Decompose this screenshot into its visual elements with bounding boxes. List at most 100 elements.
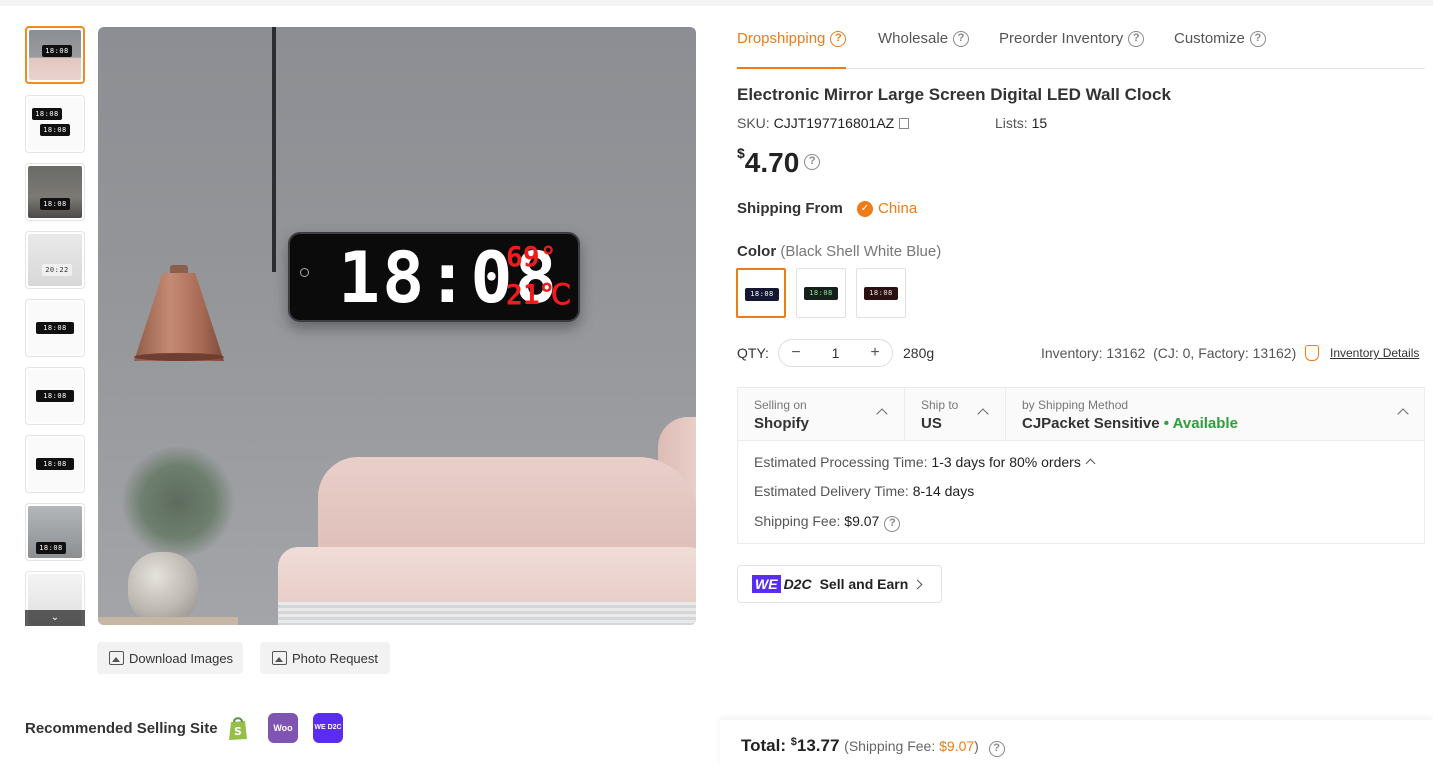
swatch-clock: 18:08 [745, 288, 779, 301]
wall-clock: 18:08 69° 21℃ [288, 232, 580, 322]
swatch-clock: 18:08 [864, 287, 898, 300]
tab-preorder-inventory[interactable]: Preorder Inventory? [999, 30, 1145, 68]
color-swatch-green[interactable]: 18:08 [796, 268, 846, 318]
shipping-fee-value: $9.07 [844, 513, 880, 529]
thumbnail-3[interactable]: 18:08 [25, 163, 85, 221]
decrease-button[interactable]: − [789, 344, 803, 362]
fee-close: ) [974, 738, 979, 754]
increase-button[interactable]: + [868, 344, 882, 362]
availability-status: • Available [1163, 415, 1238, 432]
thumbnail-8[interactable]: 18:08 [25, 503, 85, 561]
recommended-selling-site-label: Recommended Selling Site [25, 720, 218, 737]
inventory-summary: Inventory: 13162 (CJ: 0, Factory: 13162) [1041, 345, 1296, 361]
delivery-label: Estimated Delivery Time: [754, 483, 909, 499]
thumbnail-clock: 18:08 [36, 542, 66, 554]
qty-label: QTY: [737, 345, 769, 361]
sku: SKU: CJJT197716801AZ [737, 115, 910, 131]
check-icon: ✓ [857, 200, 873, 217]
help-icon[interactable]: ? [1128, 31, 1145, 47]
svg-text:S: S [234, 725, 242, 738]
processing-time: Estimated Processing Time: 1-3 days for … [754, 454, 1096, 470]
ship-to-selector[interactable]: Ship to US [905, 388, 1006, 441]
sku-label: SKU: [737, 115, 770, 131]
thumbnail-5[interactable]: 18:08 [25, 299, 85, 357]
top-divider [0, 0, 1433, 6]
order-total: Total: $13.77 (Shipping Fee: $9.07) ? [741, 736, 1005, 757]
download-images-label: Download Images [129, 650, 234, 666]
thumbnail-4[interactable]: 20:22 [25, 231, 85, 289]
shopify-icon[interactable]: S [223, 713, 253, 743]
tab-label: Preorder Inventory [999, 30, 1124, 47]
tab-label: Customize [1174, 30, 1245, 47]
image-download-icon [109, 651, 124, 665]
download-images-button[interactable]: Download Images [97, 642, 243, 674]
price-amount: 4.70 [744, 147, 800, 178]
thumbnail-clock: 20:22 [42, 264, 72, 276]
thumbnail-clock: 18:08 [36, 322, 74, 334]
help-icon[interactable]: ? [1249, 31, 1266, 47]
vase [128, 552, 198, 622]
lists-count: Lists: 15 [995, 115, 1047, 131]
inventory-details-link[interactable]: Inventory Details [1330, 346, 1419, 360]
chevron-up-icon [977, 408, 989, 420]
shipping-fee-label: Shipping Fee: [754, 513, 841, 529]
shipping-method-selector[interactable]: by Shipping Method CJPacket Sensitive • … [1006, 388, 1424, 441]
thumbnail-clock: 18:08 [42, 45, 72, 57]
wed2c-icon[interactable]: WE D2C [313, 713, 343, 743]
photo-request-label: Photo Request [292, 650, 379, 666]
lists-label: Lists: [995, 115, 1028, 131]
sell-and-earn-button[interactable]: WE D2C Sell and Earn [737, 565, 942, 603]
thumbnail-7[interactable]: 18:08 [25, 435, 85, 493]
thumbnail-clock: 18:08 [36, 458, 74, 470]
photo-request-button[interactable]: Photo Request [260, 642, 390, 674]
thumbnail-scroll-down-icon[interactable]: ⌄ [25, 610, 85, 626]
color-selected: (Black Shell White Blue) [780, 243, 942, 260]
chevron-up-icon[interactable] [1085, 458, 1096, 469]
sku-value: CJJT197716801AZ [773, 115, 895, 131]
shipping-from-option[interactable]: ✓ China [857, 200, 917, 217]
quantity-stepper: − 1 + [778, 339, 893, 367]
chevron-right-icon [912, 579, 923, 589]
help-icon[interactable]: ? [953, 31, 970, 47]
tab-dropshipping[interactable]: Dropshipping? [737, 30, 847, 69]
lists-value: 15 [1031, 115, 1048, 131]
swatch-clock: 18:08 [804, 287, 838, 300]
inventory-breakdown: (CJ: 0, Factory: 13162) [1153, 345, 1297, 361]
copy-icon[interactable] [899, 118, 910, 129]
shipping-method-value: CJPacket Sensitive • Available [1022, 415, 1238, 432]
total-help-icon[interactable]: ? [988, 741, 1005, 757]
thumbnail-1[interactable]: 18:08 [25, 26, 85, 84]
total-label: Total: [741, 736, 787, 755]
tab-customize[interactable]: Customize? [1174, 30, 1266, 68]
shipping-from-label: Shipping From [737, 200, 843, 217]
thumbnail-clock: 18:08 [32, 108, 62, 120]
bed-sheet [278, 602, 696, 625]
price-currency: $ [737, 145, 745, 161]
color-swatch-red[interactable]: 18:08 [856, 268, 906, 318]
side-table [98, 617, 238, 625]
clock-temperature: 69° 21℃ [506, 238, 571, 314]
wed2c-logo: WE [752, 575, 781, 593]
sell-and-earn-label: Sell and Earn [819, 576, 909, 592]
tab-wholesale[interactable]: Wholesale? [878, 30, 970, 68]
quantity-input[interactable]: 1 [832, 345, 840, 361]
price: $4.70? [737, 145, 821, 179]
total-shipping-fee: (Shipping Fee: $9.07) [844, 738, 979, 754]
ship-to-value: US [921, 415, 942, 432]
color-swatch-blue[interactable]: 18:08 [736, 268, 786, 318]
help-icon[interactable]: ? [884, 516, 901, 532]
selling-on-selector[interactable]: Selling on Shopify [738, 388, 905, 441]
total-amount: 13.77 [796, 736, 840, 755]
main-product-image[interactable]: 18:08 69° 21℃ [98, 27, 696, 625]
thumbnail-strip[interactable]: 18:08 18:08 18:08 18:08 20:22 18:08 18:08… [25, 26, 85, 626]
thumbnail-2[interactable]: 18:08 18:08 [25, 95, 85, 153]
color-label: Color (Black Shell White Blue) [737, 243, 941, 260]
alarm-icon [300, 268, 309, 277]
product-title: Electronic Mirror Large Screen Digital L… [737, 85, 1171, 104]
woocommerce-icon[interactable]: Woo [268, 713, 298, 743]
price-help-icon[interactable]: ? [804, 154, 821, 170]
help-icon[interactable]: ? [830, 31, 847, 47]
clock-temp-f: 69° [506, 240, 557, 273]
thumbnail-6[interactable]: 18:08 [25, 367, 85, 425]
inventory-total: Inventory: 13162 [1041, 345, 1146, 361]
